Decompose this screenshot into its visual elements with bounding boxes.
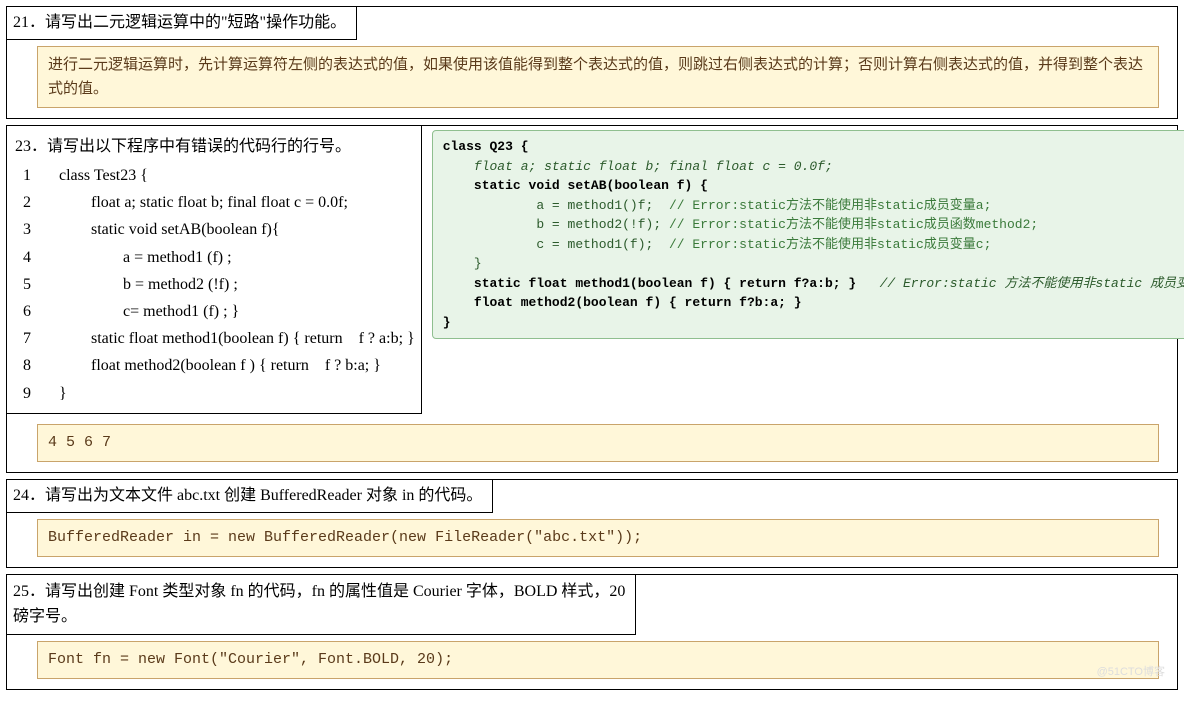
question-25: 25．请写出创建 Font 类型对象 fn 的代码，fn 的属性值是 Couri… xyxy=(6,574,1178,690)
question-24-answer: BufferedReader in = new BufferedReader(n… xyxy=(37,519,1159,557)
question-25-title: 25．请写出创建 Font 类型对象 fn 的代码，fn 的属性值是 Couri… xyxy=(6,574,636,635)
question-21: 21．请写出二元逻辑运算中的"短路"操作功能。 进行二元逻辑运算时，先计算运算符… xyxy=(6,6,1178,119)
question-23-answer: 4 5 6 7 xyxy=(37,424,1159,462)
question-23-left: 23．请写出以下程序中有错误的代码行的行号。 1class Test23 { 2… xyxy=(6,125,422,414)
question-21-title: 21．请写出二元逻辑运算中的"短路"操作功能。 xyxy=(6,6,357,40)
question-23-code: 1class Test23 { 2 float a; static float … xyxy=(13,162,415,407)
question-24: 24．请写出为文本文件 abc.txt 创建 BufferedReader 对象… xyxy=(6,479,1178,568)
question-23-title: 23．请写出以下程序中有错误的代码行的行号。 xyxy=(13,130,415,162)
question-23: 23．请写出以下程序中有错误的代码行的行号。 1class Test23 { 2… xyxy=(6,125,1178,473)
question-25-answer: Font fn = new Font("Courier", Font.BOLD,… xyxy=(37,641,1159,679)
question-23-annotated-code: class Q23 { float a; static float b; fin… xyxy=(432,130,1184,339)
question-24-title: 24．请写出为文本文件 abc.txt 创建 BufferedReader 对象… xyxy=(6,479,493,513)
watermark: @51CTO博客 xyxy=(1097,663,1165,679)
question-21-answer: 进行二元逻辑运算时，先计算运算符左侧的表达式的值，如果使用该值能得到整个表达式的… xyxy=(37,46,1159,108)
